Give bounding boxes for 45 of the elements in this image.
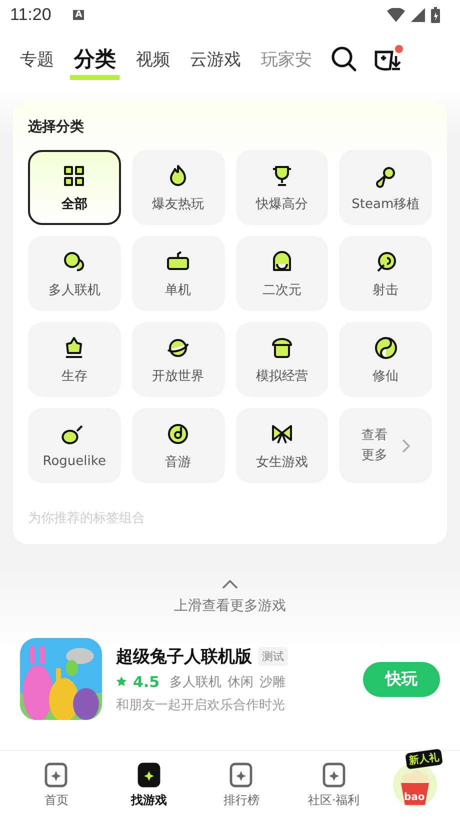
category-card[interactable]: 修仙 bbox=[339, 322, 432, 397]
game-title: 超级兔子人联机版 bbox=[116, 646, 252, 668]
category-card[interactable]: 女生游戏 bbox=[236, 408, 328, 483]
game-tag: 多人联机 bbox=[170, 672, 222, 690]
category-card[interactable]: Steam移植 bbox=[339, 150, 432, 225]
signal-icon bbox=[411, 8, 425, 22]
category-tab[interactable]: 专题 bbox=[10, 48, 64, 70]
swipe-hint: 上滑查看更多游戏 bbox=[174, 597, 286, 615]
category-card[interactable]: 开放世界 bbox=[132, 322, 224, 397]
game-tag: 休闲 bbox=[228, 672, 254, 690]
category-card[interactable]: 爆友热玩 bbox=[132, 150, 224, 225]
category-card[interactable]: 生存 bbox=[28, 322, 121, 397]
status-time: 11:20 bbox=[10, 5, 52, 25]
wifi-icon bbox=[387, 8, 405, 22]
game-rating: 4.5 bbox=[133, 672, 160, 690]
category-card[interactable]: 快爆高分 bbox=[236, 150, 328, 225]
chevron-right-icon bbox=[402, 438, 410, 452]
category-card[interactable]: 音游 bbox=[132, 408, 224, 483]
category-card[interactable]: 射击 bbox=[339, 236, 432, 311]
search-icon[interactable] bbox=[330, 45, 358, 73]
nav-tab[interactable]: 社区·福利 bbox=[288, 760, 380, 810]
notification-icon: A bbox=[73, 10, 84, 20]
category-card[interactable]: 查看更多 bbox=[339, 408, 432, 483]
category-card[interactable]: 多人联机 bbox=[28, 236, 121, 311]
category-card[interactable]: 单机 bbox=[132, 236, 224, 311]
game-description: 和朋友一起开启欢乐合作时光 bbox=[116, 696, 286, 714]
nav-tab[interactable]: 排行榜 bbox=[195, 760, 288, 810]
category-card[interactable]: 模拟经营 bbox=[236, 322, 328, 397]
nav-tab[interactable]: 首页 bbox=[10, 760, 102, 810]
gift-badge: 新人礼 bbox=[405, 748, 443, 770]
category-tab[interactable]: 云游戏 bbox=[180, 48, 251, 70]
test-tag: 测试 bbox=[258, 646, 288, 666]
star-icon bbox=[116, 676, 127, 687]
yinyang-icon bbox=[372, 334, 399, 360]
nav-tab[interactable]: 找游戏 bbox=[102, 760, 195, 810]
battery-icon bbox=[431, 7, 440, 23]
game-tag: 沙雕 bbox=[260, 672, 286, 690]
popcorn-label: bao bbox=[404, 792, 425, 803]
category-card[interactable]: 全部 bbox=[28, 150, 121, 225]
section-title: 选择分类 bbox=[28, 118, 85, 136]
chevron-up-icon bbox=[222, 580, 238, 589]
category-card[interactable]: Roguelike bbox=[28, 408, 121, 483]
category-tab[interactable]: 视频 bbox=[126, 48, 180, 70]
category-tab[interactable]: 玩家安 bbox=[251, 48, 316, 70]
category-card[interactable]: 二次元 bbox=[236, 236, 328, 311]
